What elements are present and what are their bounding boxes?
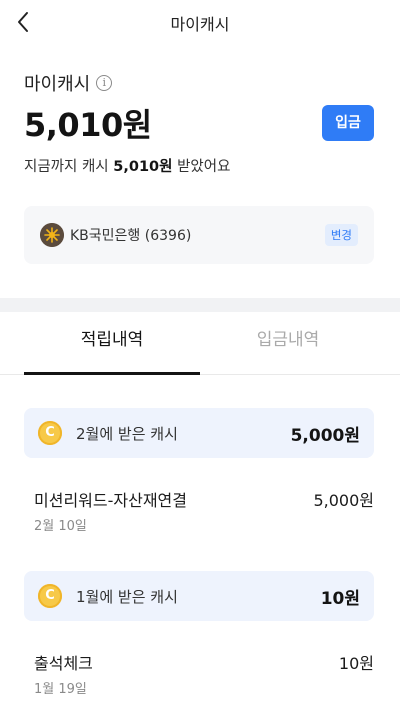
entry-title: 미션리워드-자산재연결 [34,491,187,510]
bank-logo-icon [40,223,64,247]
tab-earned-history[interactable]: 적립내역 [24,312,200,375]
month-header-february: C 2월에 받은 캐시 5,000원 [24,408,374,458]
summary-amount: 5,010원 [113,159,173,175]
entry-amount: 10원 [338,654,374,673]
list-item: 출석체크 10원 1월 19일 [34,650,374,706]
tab-deposit-history[interactable]: 입금내역 [200,312,376,372]
mycash-label: 마이캐시 [24,74,91,95]
entry-date: 1월 19일 [34,682,87,697]
month-header-january: C 1월에 받은 캐시 10원 [24,571,374,621]
section-divider [0,298,400,312]
info-icon[interactable]: i [96,75,113,91]
bank-account-card: KB국민은행 (6396) 변경 [24,206,374,264]
bank-account-name: KB국민은행 (6396) [70,228,192,244]
entry-amount: 5,000원 [313,491,374,510]
month-label: 2월에 받은 캐시 [76,425,178,443]
summary-text: 지금까지 캐시 5,010원 받았어요 [24,155,230,176]
coin-icon: C [38,584,62,608]
page-title: 마이캐시 [170,15,230,34]
cash-amount: 5,010원 [24,106,152,144]
entry-title: 출석체크 [34,654,93,673]
month-total: 5,000원 [290,426,360,446]
coin-icon: C [38,421,62,445]
mycash-label-row: 마이캐시 i [24,70,113,96]
change-account-button[interactable]: 변경 [324,224,358,246]
summary-suffix: 받았어요 [177,159,231,175]
deposit-button[interactable]: 입금 [322,105,374,141]
entry-date: 2월 10일 [34,519,87,534]
month-label: 1월에 받은 캐시 [76,588,178,606]
month-total: 10원 [320,589,360,609]
summary-prefix: 지금까지 캐시 [24,159,109,175]
list-item: 미션리워드-자산재연결 5,000원 2월 10일 [34,487,374,543]
history-tabs: 적립내역 입금내역 [0,312,400,375]
top-bar: 마이캐시 [0,0,400,44]
